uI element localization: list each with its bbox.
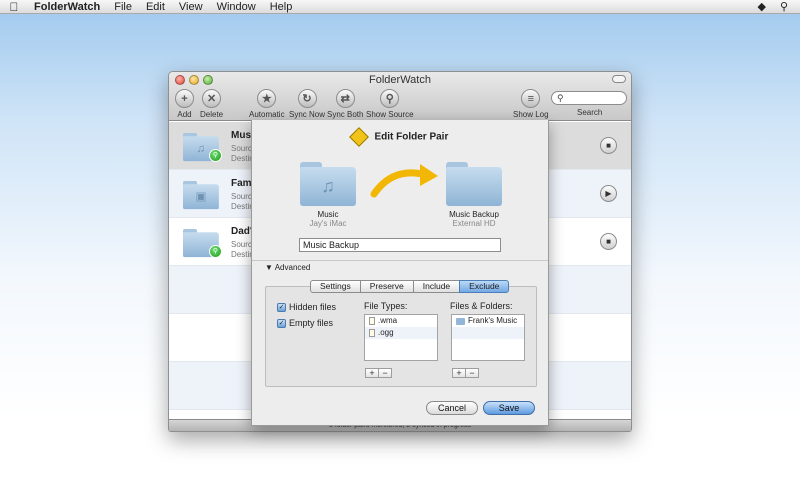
source-folder-location: Jay's iMac (309, 219, 347, 228)
status-menu-icon[interactable]: ◆ (757, 0, 765, 13)
destination-folder-name: Music Backup (449, 210, 499, 219)
remove-file-type-button[interactable]: − (378, 368, 392, 378)
file-types-controls: + − (365, 368, 392, 378)
list-item[interactable]: Frank's Music (452, 315, 524, 327)
toolbar-toggle-button[interactable] (612, 75, 626, 83)
add-file-type-button[interactable]: + (365, 368, 379, 378)
empty-files-checkbox[interactable]: ✓ Empty files (277, 318, 333, 328)
magnifier-icon: ⚲ (380, 89, 400, 108)
cancel-button[interactable]: Cancel (426, 401, 478, 415)
automatic-button[interactable]: ★ Automatic (249, 89, 285, 119)
list-item[interactable]: .ogg (365, 327, 437, 339)
advanced-tabs: Settings Preserve Include Exclude (310, 280, 510, 293)
sync-now-button[interactable]: ↻ Sync Now (289, 89, 325, 119)
list-icon: ≡ (521, 89, 541, 108)
advanced-disclosure[interactable]: ▼ Advanced (265, 263, 310, 272)
watching-badge-icon: ⚲ (209, 245, 222, 258)
folder-icon (456, 317, 465, 325)
tab-preserve[interactable]: Preserve (359, 280, 414, 293)
menu-file[interactable]: File (107, 0, 139, 14)
checkmark-icon: ✓ (277, 302, 286, 312)
search-label: Search (577, 108, 603, 117)
menu-view[interactable]: View (172, 0, 210, 14)
menu-help[interactable]: Help (263, 0, 300, 14)
disclosure-triangle-icon: ▼ (265, 263, 273, 272)
tab-include[interactable]: Include (412, 280, 461, 293)
file-types-label: File Types: (364, 301, 408, 311)
files-folders-list[interactable]: Frank's Music (451, 314, 525, 361)
x-icon: ✕ (202, 89, 222, 108)
show-log-button[interactable]: ≡ Show Log (513, 89, 549, 119)
stop-button[interactable]: ■ (600, 233, 617, 250)
checkmark-icon: ✓ (277, 318, 286, 328)
star-icon: ★ (257, 89, 277, 108)
sync-both-button[interactable]: ⇄ Sync Both (327, 89, 363, 119)
refresh-icon: ↻ (297, 89, 317, 108)
delete-button[interactable]: ✕ Delete (200, 89, 223, 119)
exclude-panel: ✓ Hidden files ✓ Empty files File Types:… (265, 286, 537, 387)
key-icon (348, 127, 369, 147)
sync-both-icon: ⇄ (335, 89, 355, 108)
file-icon (369, 329, 375, 337)
window-title: FolderWatch (369, 74, 431, 86)
stop-icon: ■ (606, 141, 611, 150)
title-bar: FolderWatch + Add ✕ Delete ★ Automatic ↻… (169, 72, 631, 121)
sync-arrow-icon (370, 164, 438, 198)
save-button[interactable]: Save (483, 401, 535, 415)
source-folder-name: Music (317, 210, 339, 219)
tab-settings[interactable]: Settings (310, 280, 361, 293)
search-input[interactable]: ⚲ (551, 91, 627, 105)
spotlight-icon[interactable]: ⚲ (780, 0, 788, 13)
pair-name-input[interactable]: Music Backup (299, 238, 501, 252)
remove-file-folder-button[interactable]: − (465, 368, 479, 378)
list-item[interactable]: .wma (365, 315, 437, 327)
menu-app-name[interactable]: FolderWatch (22, 0, 107, 14)
file-icon (369, 317, 375, 325)
show-source-button[interactable]: ⚲ Show Source (366, 89, 414, 119)
tab-exclude[interactable]: Exclude (459, 280, 510, 293)
menu-edit[interactable]: Edit (139, 0, 172, 14)
search-icon: ⚲ (557, 93, 564, 103)
play-button[interactable]: ▶ (600, 185, 617, 202)
watching-badge-icon: ⚲ (209, 149, 222, 162)
apple-menu-icon[interactable]:  (0, 0, 22, 14)
files-folders-controls: + − (452, 368, 479, 378)
menu-bar:  FolderWatch File Edit View Window Help… (0, 0, 800, 14)
menu-window[interactable]: Window (210, 0, 263, 14)
stop-icon: ■ (606, 237, 611, 246)
sheet-title: Edit Folder Pair (252, 127, 548, 147)
divider (252, 260, 548, 261)
files-folders-label: Files & Folders: (450, 301, 513, 311)
play-icon: ▶ (605, 189, 612, 198)
edit-folder-pair-sheet: Edit Folder Pair ♫ Music Jay's iMac Musi… (251, 120, 549, 426)
photos-folder-icon: ▣ (183, 181, 219, 210)
stop-button[interactable]: ■ (600, 137, 617, 154)
destination-folder-location: External HD (452, 219, 496, 228)
add-file-folder-button[interactable]: + (452, 368, 466, 378)
hidden-files-checkbox[interactable]: ✓ Hidden files (277, 302, 336, 312)
plus-icon: + (175, 89, 194, 108)
destination-folder-icon[interactable] (446, 162, 502, 206)
source-folder-icon[interactable]: ♫ (300, 162, 356, 206)
file-types-list[interactable]: .wma .ogg (364, 314, 438, 361)
add-button[interactable]: + Add (175, 89, 194, 119)
